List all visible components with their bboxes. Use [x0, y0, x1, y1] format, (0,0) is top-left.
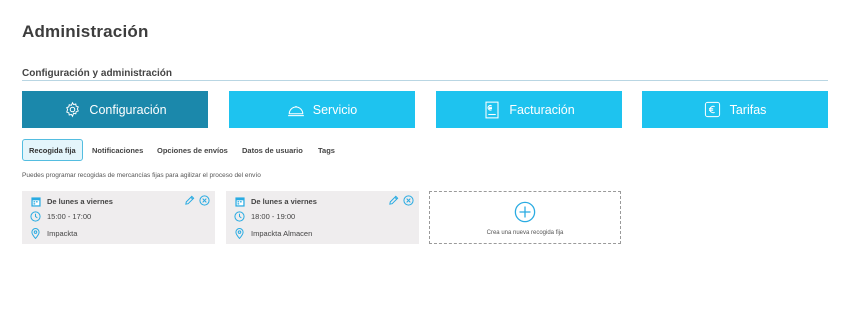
pickup-hours: 15:00 - 17:00	[47, 212, 92, 221]
pickup-hours-row: 15:00 - 17:00	[30, 211, 91, 222]
help-text: Puedes programar recogidas de mercancías…	[22, 172, 261, 179]
location-pin-icon	[234, 228, 245, 239]
invoice-icon	[483, 101, 501, 119]
clock-icon	[234, 211, 245, 222]
tab-tarifas[interactable]: Tarifas	[642, 91, 828, 128]
tab-servicio[interactable]: Servicio	[229, 91, 415, 128]
pickup-location: Impackta Almacen	[251, 229, 313, 238]
pickup-card: De lunes a viernes 15:00 - 17:00 Impackt…	[22, 191, 215, 244]
pickup-location: Impackta	[47, 229, 78, 238]
calendar-icon	[30, 196, 41, 207]
pickup-days-row: De lunes a viernes	[234, 196, 317, 207]
tab-configuracion[interactable]: Configuración	[22, 91, 208, 128]
calendar-icon	[234, 196, 245, 207]
edit-pencil-icon[interactable]	[388, 195, 399, 206]
add-circle-plus-icon	[514, 201, 536, 223]
pickup-days: De lunes a viernes	[47, 197, 113, 206]
gear-icon	[63, 101, 81, 119]
tab-facturacion[interactable]: Facturación	[436, 91, 622, 128]
subtab-datos-usuario[interactable]: Datos de usuario	[236, 139, 309, 161]
tab-configuracion-label: Configuración	[89, 102, 167, 117]
subtab-opciones-envios[interactable]: Opciones de envíos	[151, 139, 234, 161]
add-pickup-label: Crea una nueva recogida fija	[486, 230, 564, 236]
pickup-card: De lunes a viernes 18:00 - 19:00 Impackt…	[226, 191, 419, 244]
subtab-tags[interactable]: Tags	[312, 139, 341, 161]
pickup-days: De lunes a viernes	[251, 197, 317, 206]
pickup-location-row: Impackta	[30, 228, 77, 239]
location-pin-icon	[30, 228, 41, 239]
tab-facturacion-label: Facturación	[509, 102, 575, 117]
add-pickup-button[interactable]: Crea una nueva recogida fija	[429, 191, 621, 244]
delete-circle-x-icon[interactable]	[403, 195, 414, 206]
euro-icon	[704, 101, 722, 119]
pickup-days-row: De lunes a viernes	[30, 196, 113, 207]
section-title: Configuración y administración	[22, 68, 173, 79]
delete-circle-x-icon[interactable]	[199, 195, 210, 206]
pickup-location-row: Impackta Almacen	[234, 228, 312, 239]
cloche-icon	[287, 101, 305, 119]
edit-pencil-icon[interactable]	[184, 195, 195, 206]
pickup-hours-row: 18:00 - 19:00	[234, 211, 295, 222]
section-divider	[22, 80, 828, 81]
tab-tarifas-label: Tarifas	[729, 102, 767, 117]
clock-icon	[30, 211, 41, 222]
subtab-recogida-fija[interactable]: Recogida fija	[22, 139, 83, 161]
tab-servicio-label: Servicio	[312, 102, 358, 117]
pickup-hours: 18:00 - 19:00	[251, 212, 296, 221]
page-title: Administración	[22, 22, 149, 41]
subtab-notificaciones[interactable]: Notificaciones	[86, 139, 149, 161]
